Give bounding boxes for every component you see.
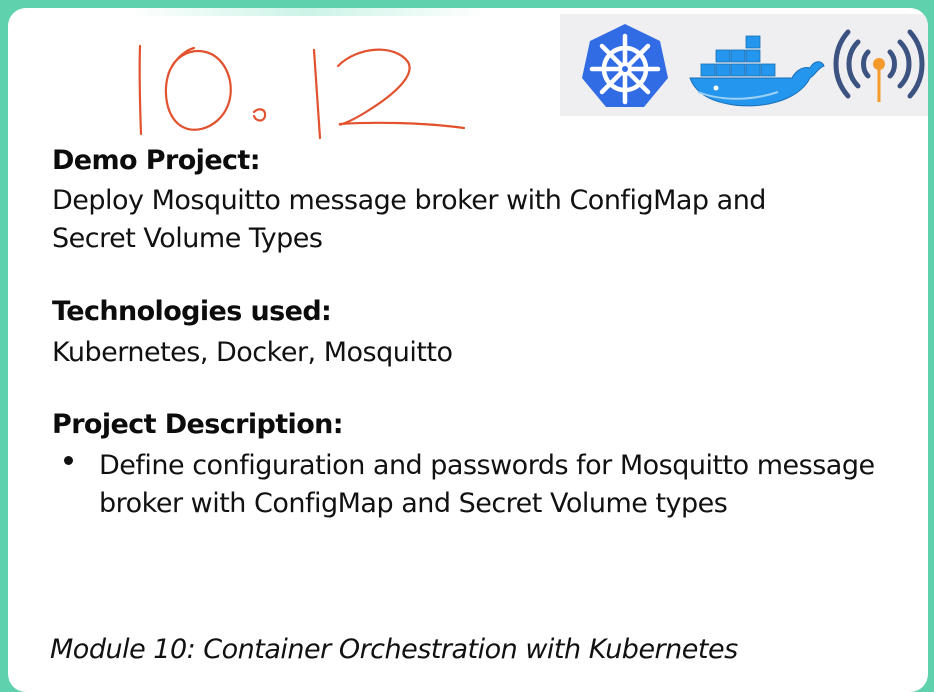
kubernetes-logo <box>582 24 668 107</box>
top-highlight <box>128 8 488 16</box>
technologies-heading: Technologies used: <box>52 296 332 327</box>
demo-project-line-2: Secret Volume Types <box>52 223 323 254</box>
technologies-text: Kubernetes, Docker, Mosquitto <box>52 337 453 368</box>
bullet-icon <box>64 456 73 465</box>
demo-project-heading: Demo Project: <box>52 145 261 176</box>
project-description-heading: Project Description: <box>52 409 344 440</box>
module-footer: Module 10: Container Orchestration with … <box>50 634 738 665</box>
docker-logo <box>689 35 825 107</box>
handwritten-number <box>138 44 466 140</box>
description-bullet: Define configuration and passwords for M… <box>99 450 875 519</box>
demo-project-line-1: Deploy Mosquitto message broker with Con… <box>52 185 766 216</box>
mosquitto-logo <box>833 29 925 102</box>
slide-card: Demo Project: Deploy Mosquitto message b… <box>8 8 928 692</box>
technology-logos <box>560 14 928 116</box>
